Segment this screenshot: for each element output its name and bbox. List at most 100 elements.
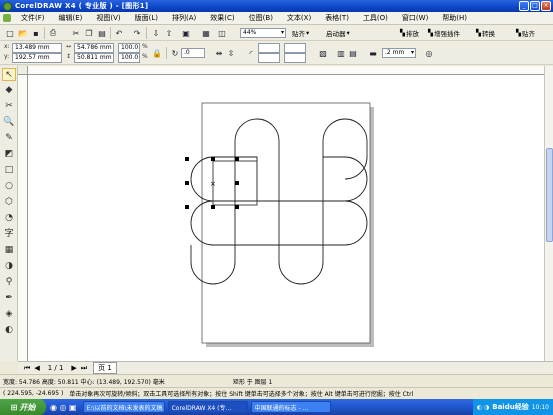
corner-bl-field[interactable] <box>258 53 280 63</box>
menu-effects[interactable]: 效果(C) <box>203 13 241 23</box>
pick-tool-icon[interactable]: ↖ <box>2 68 16 81</box>
arrange-plugin-button[interactable]: ▚ 排放 <box>400 27 419 39</box>
ruler-origin[interactable] <box>18 66 28 75</box>
to-back-icon[interactable]: ▤ <box>348 47 358 59</box>
scale-y-field[interactable]: 100.0 <box>118 53 140 63</box>
menu-help[interactable]: 帮助(H) <box>435 13 474 23</box>
watermark-text: Baidu经验 <box>492 403 529 411</box>
corner-round-icon[interactable]: ◜ <box>246 47 256 59</box>
table-tool-icon[interactable]: ▦ <box>2 244 16 257</box>
new-document-icon[interactable]: □ <box>4 27 16 39</box>
outline-width-combo[interactable]: .2 mm <box>382 48 416 58</box>
paste-icon[interactable]: ▤ <box>96 27 108 39</box>
text-tool-icon[interactable]: 字 <box>2 228 16 241</box>
first-page-icon[interactable]: ⏮ <box>24 364 30 373</box>
y-position-field[interactable]: 192.57 mm <box>12 53 62 63</box>
zoom-tool-icon[interactable]: 🔍 <box>2 116 16 129</box>
snap-button[interactable]: ▚ 贴齐 <box>516 27 535 39</box>
drawing-canvas[interactable]: × <box>28 75 544 361</box>
canvas-svg: × <box>185 102 374 347</box>
maximize-button[interactable]: □ <box>530 1 540 11</box>
print-icon[interactable]: ⎙ <box>47 27 59 39</box>
application-launcher-icon[interactable]: ▦ <box>200 27 212 39</box>
mirror-vertical-icon[interactable]: ⇳ <box>226 47 236 59</box>
tab-page-1[interactable]: 页 1 <box>93 362 117 374</box>
horizontal-ruler[interactable] <box>28 66 544 75</box>
redo-icon[interactable]: ↷ <box>131 27 143 39</box>
convert-button[interactable]: ▚ 转换 <box>476 27 495 39</box>
scale-x-unit: % <box>142 43 148 50</box>
to-front-icon[interactable]: ▥ <box>336 47 346 59</box>
menu-file[interactable]: 文件(F) <box>14 13 52 23</box>
menu-tools[interactable]: 工具(O) <box>356 13 395 23</box>
height-field[interactable]: 50.811 mm <box>74 53 114 63</box>
basic-shapes-tool-icon[interactable]: ◔ <box>2 212 16 225</box>
scale-x-field[interactable]: 100.0 <box>118 43 140 53</box>
corner-tr-field[interactable] <box>284 43 306 53</box>
zoom-level-combo[interactable]: 44% <box>240 28 286 38</box>
width-field[interactable]: 54.786 mm <box>74 43 114 53</box>
smart-fill-tool-icon[interactable]: ◩ <box>2 148 16 161</box>
close-button[interactable]: × <box>541 1 551 11</box>
menu-view[interactable]: 视图(V) <box>89 13 127 23</box>
x-position-field[interactable]: 13.489 mm <box>12 43 62 53</box>
fill-tool-icon[interactable]: ◈ <box>2 308 16 321</box>
corner-tl-field[interactable] <box>258 43 280 53</box>
plugin-icon: ▚ <box>476 29 481 37</box>
menu-text[interactable]: 文本(X) <box>280 13 318 23</box>
menu-bitmaps[interactable]: 位图(B) <box>242 13 280 23</box>
menu-table[interactable]: 表格(T) <box>318 13 356 23</box>
clock: 10:10 <box>531 403 549 411</box>
y-label: y: <box>4 53 10 60</box>
last-page-icon[interactable]: ⏭ <box>81 364 87 373</box>
task-explorer[interactable]: E:\以前的文档\未发表的文稿 <box>82 401 165 413</box>
scrollbar-thumb[interactable] <box>546 148 553 242</box>
menu-window[interactable]: 窗口(W) <box>395 13 435 23</box>
vertical-ruler[interactable] <box>18 75 28 361</box>
corner-br-field[interactable] <box>284 53 306 63</box>
quick-launch-icons[interactable]: ◉ ◎ ▣ <box>50 403 77 412</box>
snap-dropdown[interactable]: 贴齐 ▾ <box>292 27 309 39</box>
outline-pen-tool-icon[interactable]: ✒ <box>2 292 16 305</box>
status-bar-size: 宽度: 54.786 高度: 50.811 中心: (13.489, 192.5… <box>0 374 553 387</box>
rotation-field[interactable]: .0 <box>181 48 205 58</box>
copy-icon[interactable]: ❐ <box>83 27 95 39</box>
start-button[interactable]: ⊞ 开始 <box>0 399 46 415</box>
enhance-plugin-button[interactable]: ▚ 增强插件 <box>428 27 460 39</box>
export-icon[interactable]: ⇧ <box>163 27 175 39</box>
eyedropper-tool-icon[interactable]: ⚲ <box>2 276 16 289</box>
welcome-screen-icon[interactable]: ◫ <box>216 27 228 39</box>
menu-edit[interactable]: 编辑(E) <box>52 13 90 23</box>
windows-logo-icon: ⊞ <box>10 402 18 412</box>
mirror-horizontal-icon[interactable]: ⇹ <box>214 47 224 59</box>
interactive-blend-tool-icon[interactable]: ◑ <box>2 260 16 273</box>
shape-tool-icon[interactable]: ◆ <box>2 84 16 97</box>
task-coreldraw[interactable]: CorelDRAW X4 (专... <box>167 401 248 413</box>
ellipse-tool-icon[interactable]: ○ <box>2 180 16 193</box>
lock-ratio-icon[interactable]: 🔒 <box>152 47 162 59</box>
wrap-text-icon[interactable]: ▧ <box>318 47 328 59</box>
crop-tool-icon[interactable]: ✂ <box>2 100 16 113</box>
tray-icons[interactable]: ◐ ◑ <box>477 404 489 411</box>
launcher-dropdown[interactable]: 启动器 ▾ <box>326 27 350 39</box>
vertical-scrollbar[interactable] <box>544 66 553 361</box>
prev-page-icon[interactable]: ◀ <box>34 364 39 372</box>
undo-icon[interactable]: ↶ <box>113 27 125 39</box>
cut-icon[interactable]: ✂ <box>70 27 82 39</box>
rectangle-tool-icon[interactable]: □ <box>2 164 16 177</box>
convert-to-curves-icon[interactable]: ◎ <box>424 47 434 59</box>
freehand-tool-icon[interactable]: ✎ <box>2 132 16 145</box>
interactive-fill-tool-icon[interactable]: ◐ <box>2 324 16 337</box>
menu-layout[interactable]: 版面(L) <box>128 13 165 23</box>
open-icon[interactable]: 📂 <box>17 27 29 39</box>
next-page-icon[interactable]: ▶ <box>71 364 76 372</box>
minimize-button[interactable]: _ <box>519 1 529 11</box>
save-icon[interactable]: ▪ <box>30 27 42 39</box>
rotation-icon: ↻ <box>171 48 179 58</box>
task-browser[interactable]: 中国联通的标志 - ... <box>250 401 331 413</box>
plugin-icon: ▚ <box>516 29 521 37</box>
menu-arrange[interactable]: 排列(A) <box>165 13 203 23</box>
publish-pdf-icon[interactable]: ▣ <box>180 27 192 39</box>
polygon-tool-icon[interactable]: ⬡ <box>2 196 16 209</box>
import-icon[interactable]: ⇩ <box>150 27 162 39</box>
